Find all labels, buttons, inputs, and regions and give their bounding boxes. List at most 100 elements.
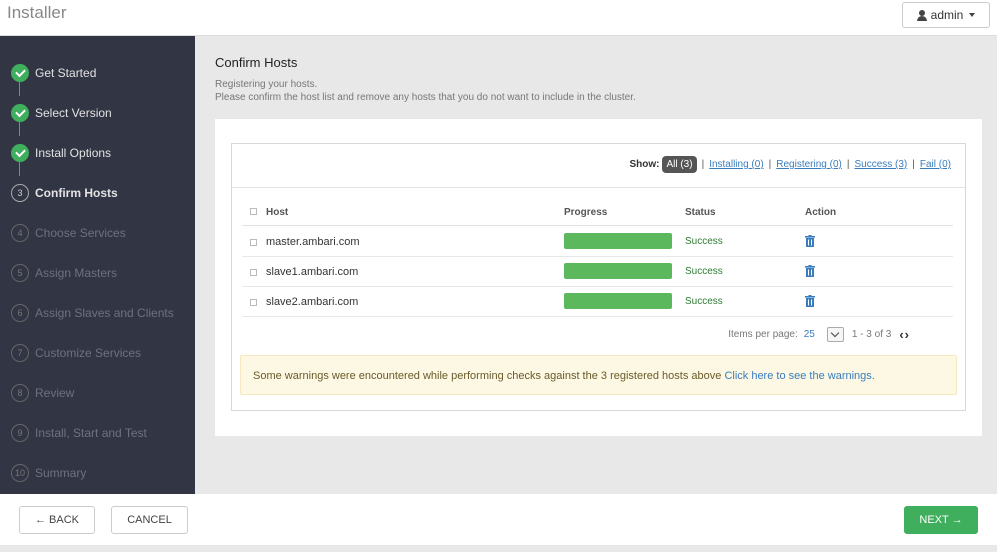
items-per-page-dropdown[interactable]: [826, 327, 844, 342]
app-title: Installer: [7, 3, 67, 22]
filter-separator: |: [701, 159, 705, 170]
table-row: slave1.ambari.com Success: [242, 257, 953, 287]
sidebar-step-install-options[interactable]: Install Options: [0, 138, 195, 168]
filter-installing[interactable]: Installing (0): [709, 159, 763, 170]
step-label: Assign Slaves and Clients: [35, 306, 174, 320]
step-label: Choose Services: [35, 226, 126, 240]
show-label: Show:: [629, 159, 660, 170]
progress-bar: [564, 263, 672, 279]
column-host[interactable]: Host: [266, 207, 288, 218]
status-filters: Show: All (3) | Installing (0) | Registe…: [629, 156, 951, 173]
warning-banner: Some warnings were encountered while per…: [240, 355, 957, 395]
status-text: Success: [685, 296, 723, 307]
filter-registering[interactable]: Registering (0): [776, 159, 842, 170]
cancel-button[interactable]: CANCEL: [111, 506, 188, 534]
see-warnings-link[interactable]: Click here to see the warnings.: [724, 370, 874, 382]
column-progress: Progress: [564, 207, 608, 218]
step-label: Summary: [35, 466, 87, 480]
items-per-page-label: Items per page:: [728, 329, 798, 340]
select-all-checkbox[interactable]: [250, 208, 257, 215]
hosts-card: Show: All (3) | Installing (0) | Registe…: [215, 119, 982, 436]
prev-next-arrows[interactable]: ‹›: [899, 327, 910, 342]
wizard-footer: ← BACK CANCEL NEXT →: [0, 494, 997, 545]
next-button[interactable]: NEXT →: [904, 506, 978, 534]
progress-fill: [564, 293, 672, 309]
page-title: Confirm Hosts: [215, 55, 298, 70]
step-number: 8: [11, 384, 29, 402]
row-checkbox[interactable]: [250, 299, 257, 306]
table-row: slave2.ambari.com Success: [242, 287, 953, 317]
trash-icon[interactable]: [805, 265, 815, 277]
progress-fill: [564, 263, 672, 279]
top-bar: Installer admin: [0, 0, 997, 36]
sidebar-step-choose-services: 4 Choose Services: [0, 218, 195, 248]
step-label: Install Options: [35, 146, 112, 160]
filter-all[interactable]: All (3): [662, 156, 697, 173]
chevron-right-icon[interactable]: ›: [905, 327, 910, 342]
column-action: Action: [805, 207, 837, 218]
step-label: Customize Services: [35, 346, 142, 360]
step-label: Confirm Hosts: [35, 186, 118, 200]
step-number: 4: [11, 224, 29, 242]
filter-fail[interactable]: Fail (0): [920, 159, 951, 170]
warning-text: Some warnings were encountered while per…: [253, 370, 722, 382]
chevron-down-icon: [831, 328, 840, 338]
step-number: 6: [11, 304, 29, 322]
page-description: Registering your hosts. Please confirm t…: [215, 78, 636, 104]
host-name: master.ambari.com: [266, 236, 360, 248]
wizard-sidebar: Get Started Select Version Install Optio…: [0, 36, 195, 494]
host-name: slave1.ambari.com: [266, 266, 359, 278]
row-checkbox[interactable]: [250, 269, 257, 276]
sidebar-step-assign-slaves: 6 Assign Slaves and Clients: [0, 298, 195, 328]
table-row: master.ambari.com Success: [242, 227, 953, 257]
check-icon: [11, 144, 29, 162]
filter-separator: |: [846, 159, 850, 170]
status-text: Success: [685, 236, 723, 247]
column-status: Status: [685, 207, 716, 218]
progress-bar: [564, 293, 672, 309]
step-label: Review: [35, 386, 75, 400]
pagination: Items per page: 25 1 - 3 of 3 ‹›: [728, 327, 910, 342]
filter-bar: Show: All (3) | Installing (0) | Registe…: [232, 144, 965, 188]
description-line: Please confirm the host list and remove …: [215, 92, 636, 103]
progress-bar: [564, 233, 672, 249]
sidebar-step-review: 8 Review: [0, 378, 195, 408]
user-icon: [916, 9, 927, 21]
sidebar-step-install-start-test: 9 Install, Start and Test: [0, 418, 195, 448]
page-range: 1 - 3 of 3: [851, 329, 892, 340]
description-line: Registering your hosts.: [215, 79, 318, 90]
step-label: Assign Masters: [35, 266, 118, 280]
items-per-page-value[interactable]: 25: [804, 329, 815, 340]
step-number: 5: [11, 264, 29, 282]
sidebar-step-assign-masters: 5 Assign Masters: [0, 258, 195, 288]
step-number: 7: [11, 344, 29, 362]
sidebar-step-select-version[interactable]: Select Version: [0, 98, 195, 128]
step-number: 9: [11, 424, 29, 442]
step-number: 3: [11, 184, 29, 202]
step-number: 10: [11, 464, 29, 482]
step-label: Get Started: [35, 66, 97, 80]
progress-fill: [564, 233, 672, 249]
sidebar-step-customize-services: 7 Customize Services: [0, 338, 195, 368]
caret-down-icon: [969, 13, 976, 17]
row-checkbox[interactable]: [250, 239, 257, 246]
trash-icon[interactable]: [805, 295, 815, 307]
check-icon: [11, 104, 29, 122]
user-label: admin: [930, 8, 964, 22]
sidebar-step-get-started[interactable]: Get Started: [0, 58, 195, 88]
check-icon: [11, 64, 29, 82]
hosts-panel: Show: All (3) | Installing (0) | Registe…: [231, 143, 966, 411]
table-header: Host Progress Status Action: [242, 202, 953, 226]
filter-separator: |: [912, 159, 915, 170]
sidebar-step-confirm-hosts[interactable]: 3 Confirm Hosts: [0, 178, 195, 208]
step-label: Install, Start and Test: [35, 426, 147, 440]
back-button[interactable]: ← BACK: [19, 506, 95, 534]
step-label: Select Version: [35, 106, 112, 120]
status-text: Success: [685, 266, 723, 277]
user-menu-button[interactable]: admin: [902, 2, 990, 28]
filter-separator: |: [768, 159, 772, 170]
filter-success[interactable]: Success (3): [854, 159, 907, 170]
host-name: slave2.ambari.com: [266, 296, 359, 308]
sidebar-step-summary: 10 Summary: [0, 458, 195, 488]
trash-icon[interactable]: [805, 235, 815, 247]
